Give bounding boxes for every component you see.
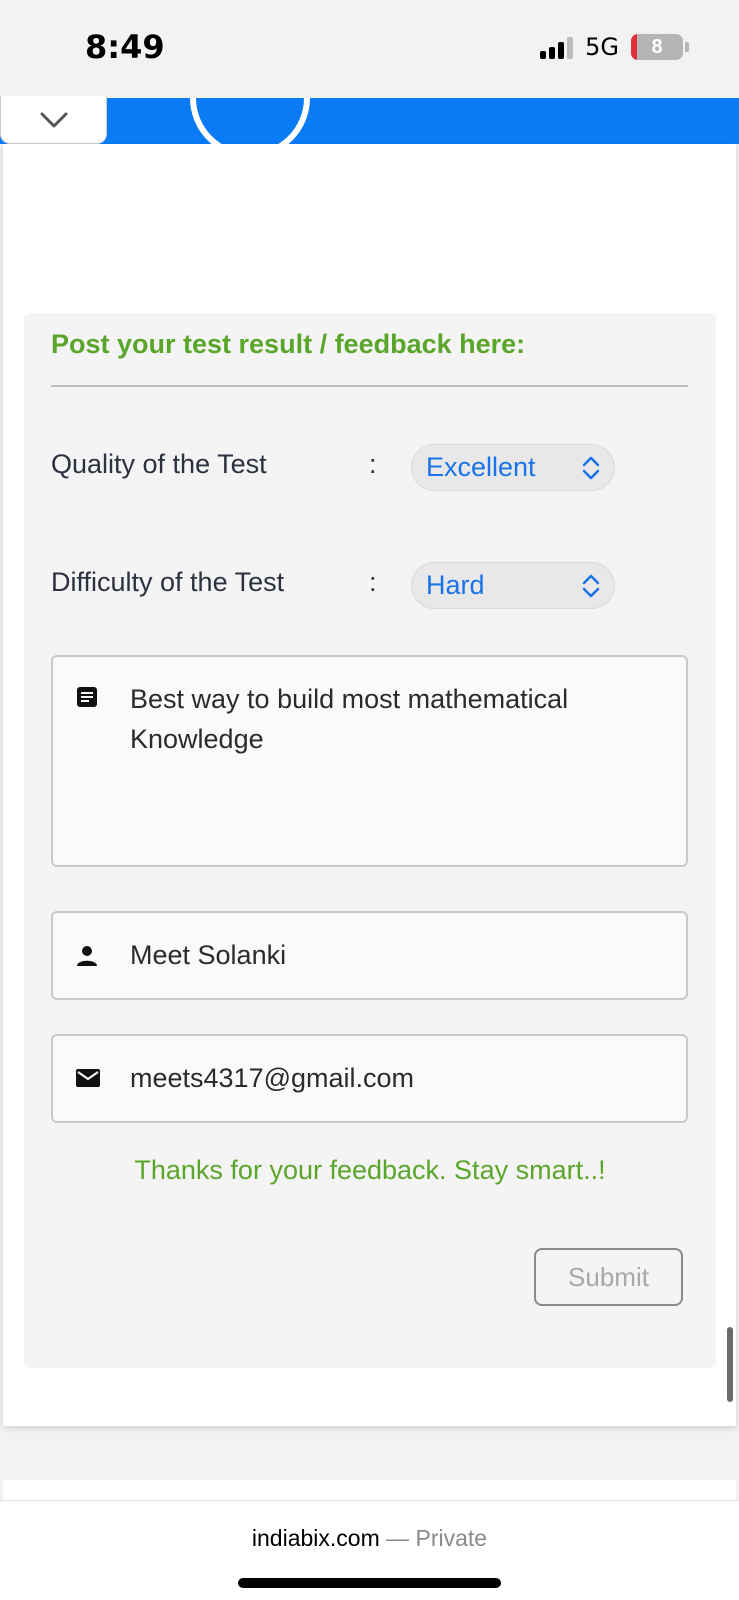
thanks-message: Thanks for your feedback. Stay smart..! (134, 1155, 606, 1185)
browser-address-bar[interactable]: indiabix.com — Private (0, 1500, 739, 1600)
submit-button[interactable]: Submit (534, 1248, 683, 1306)
feedback-form: Post your test result / feedback here: Q… (24, 313, 716, 1368)
status-indicators: 5G 8 (540, 33, 689, 61)
comment-textarea[interactable]: Best way to build most mathematical Know… (51, 655, 688, 867)
domain-text: indiabix.com (251, 1525, 380, 1551)
network-type: 5G (585, 33, 619, 61)
site-logo (190, 98, 310, 144)
comment-text: Best way to build most mathematical Know… (130, 679, 568, 759)
difficulty-label: Difficulty of the Test (51, 567, 285, 597)
status-bar: 8:49 5G 8 (0, 0, 739, 98)
comment-line-1: Best way to build most mathematical (130, 684, 569, 714)
name-field[interactable]: Meet Solanki (51, 911, 688, 1000)
difficulty-colon: : (369, 567, 377, 597)
scrollbar[interactable] (727, 1327, 733, 1402)
status-time: 8:49 (85, 28, 165, 66)
name-value: Meet Solanki (130, 940, 287, 970)
next-card (3, 1480, 736, 1500)
site-header (0, 98, 739, 144)
private-mode-text: — Private (379, 1525, 488, 1551)
email-value: meets4317@gmail.com (130, 1063, 415, 1093)
note-icon (77, 687, 97, 707)
comment-line-2: Knowledge (130, 724, 264, 754)
battery-tip (685, 42, 689, 52)
up-down-chevron-icon (582, 456, 600, 480)
battery-level-fill (631, 34, 637, 60)
up-down-chevron-icon (582, 574, 600, 598)
cellular-signal-icon (540, 35, 574, 59)
person-icon (77, 946, 97, 966)
quality-label: Quality of the Test (51, 449, 267, 479)
chevron-down-icon (40, 112, 67, 127)
battery-icon: 8 (631, 34, 683, 60)
collapse-toolbar-button[interactable] (0, 96, 107, 144)
difficulty-select[interactable]: Hard (411, 562, 615, 609)
address-text: indiabix.com — Private (0, 1525, 739, 1552)
content-card: Post your test result / feedback here: Q… (3, 144, 736, 1426)
quality-colon: : (369, 449, 377, 479)
home-indicator[interactable] (238, 1578, 501, 1588)
quality-select-value: Excellent (426, 452, 536, 482)
envelope-icon (76, 1069, 100, 1087)
quality-select[interactable]: Excellent (411, 444, 615, 491)
divider (51, 385, 688, 387)
email-field[interactable]: meets4317@gmail.com (51, 1034, 688, 1123)
battery-percent: 8 (651, 35, 663, 58)
difficulty-select-value: Hard (426, 570, 485, 600)
form-title: Post your test result / feedback here: (51, 329, 526, 359)
